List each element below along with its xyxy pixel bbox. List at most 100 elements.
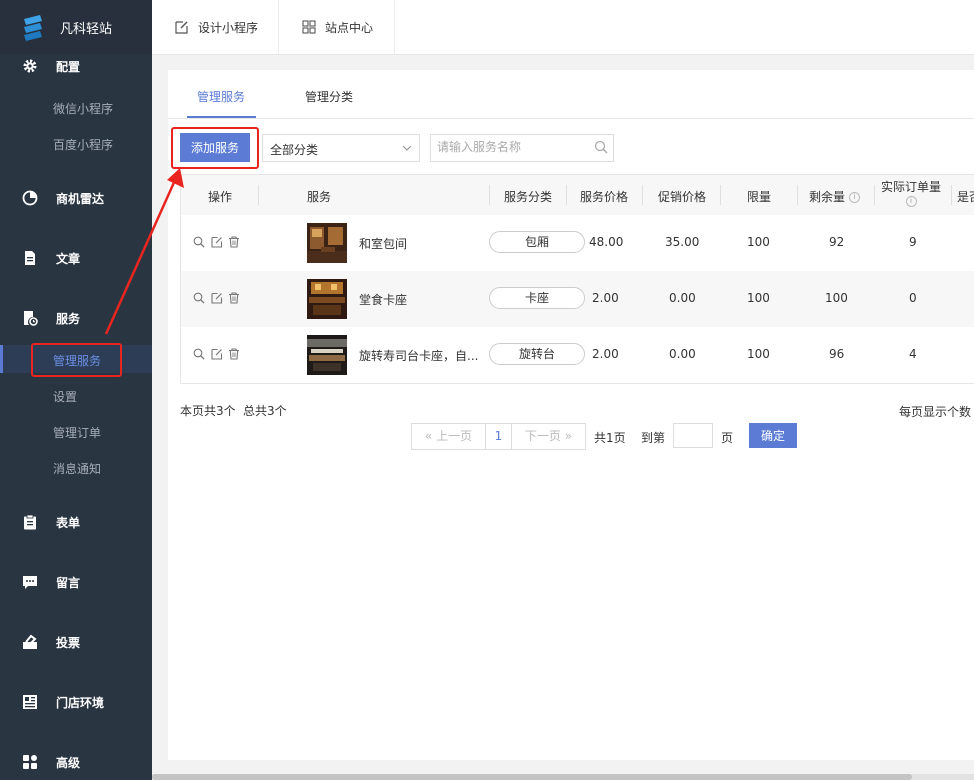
col-promo-price: 促销价格 — [658, 190, 707, 204]
edit-icon[interactable] — [211, 292, 223, 304]
col-divider — [258, 185, 259, 205]
tab-site-center[interactable]: 站点中心 — [278, 0, 395, 54]
col-divider — [874, 185, 875, 205]
nav-notifications[interactable]: 消息通知 — [0, 453, 152, 481]
nav-wechat-miniapp-label: 微信小程序 — [53, 102, 114, 116]
prev-page-label: 上一页 — [436, 429, 473, 443]
col-divider — [642, 185, 643, 205]
table-header: 操作 服务 服务分类 服务价格 促销价格 限量 剩余量 i 实际订单量 i 是否 — [181, 175, 974, 215]
promo-price: 0.00 — [669, 291, 696, 305]
highlight-manage-service — [31, 343, 122, 377]
confirm-button[interactable]: 确定 — [749, 423, 797, 448]
col-service: 服务 — [307, 190, 332, 204]
col-actual-orders: 实际订单量 i — [880, 180, 942, 208]
edit-icon[interactable] — [211, 348, 223, 360]
radar-icon — [22, 190, 38, 206]
table-row: 堂食卡座 卡座 2.00 0.00 100 100 0 — [181, 271, 974, 327]
nav-manage-orders[interactable]: 管理订单 — [0, 417, 152, 445]
nav-notifications-label: 消息通知 — [53, 462, 102, 476]
nav-advanced[interactable]: 高级 — [0, 748, 152, 776]
vote-icon — [23, 634, 37, 649]
prev-page-button[interactable]: « 上一页 — [412, 424, 486, 449]
limit-value: 100 — [747, 347, 770, 361]
service-price: 2.00 — [592, 347, 619, 361]
horizontal-scrollbar[interactable] — [152, 774, 974, 780]
nav-config-label: 配置 — [56, 60, 81, 74]
tab-design-miniapp-label: 设计小程序 — [198, 21, 259, 35]
page-number-current[interactable]: 1 — [486, 424, 512, 449]
pagination: « 上一页 1 下一页 » — [411, 423, 586, 450]
col-limit: 限量 — [747, 190, 772, 204]
col-price: 服务价格 — [580, 190, 629, 204]
app-name: 凡科轻站 — [60, 22, 113, 37]
nav-wechat-miniapp[interactable]: 微信小程序 — [0, 93, 152, 121]
nav-form[interactable]: 表单 — [0, 508, 152, 536]
service-name: 和室包间 — [359, 237, 408, 251]
next-page-label: 下一页 — [524, 429, 561, 443]
remaining-value: 92 — [829, 235, 845, 249]
search-icon[interactable] — [594, 140, 608, 154]
page-item-count: 本页共3个 — [180, 404, 236, 418]
table-row: 旋转寿司台卡座，自... 旋转台 2.00 0.00 100 96 4 — [181, 327, 974, 383]
nav-store-env[interactable]: 门店环境 — [0, 688, 152, 716]
info-icon[interactable]: i — [848, 192, 860, 203]
tab-manage-category[interactable]: 管理分类 — [305, 88, 353, 105]
col-divider — [951, 185, 952, 205]
promo-price: 35.00 — [665, 235, 700, 249]
nav-vote[interactable]: 投票 — [0, 628, 152, 656]
message-icon — [23, 576, 37, 589]
order-count: 4 — [909, 347, 917, 361]
col-is-active: 是否 — [957, 190, 974, 204]
top-bar: 设计小程序 站点中心 — [152, 0, 974, 55]
tab-manage-service[interactable]: 管理服务 — [197, 88, 245, 105]
nav-service-label: 服务 — [56, 312, 81, 326]
nav-config[interactable]: 配置 — [0, 52, 152, 80]
category-filter-select[interactable]: 全部分类 — [262, 134, 420, 162]
goto-label: 到第 — [641, 431, 666, 445]
total-item-count: 总共3个 — [243, 404, 287, 418]
service-price: 2.00 — [592, 291, 619, 305]
tab-site-center-label: 站点中心 — [325, 21, 374, 35]
edit-icon[interactable] — [211, 236, 223, 248]
nav-form-label: 表单 — [56, 516, 81, 530]
col-remaining: 剩余量 i — [809, 188, 860, 205]
nav-message-label: 留言 — [56, 576, 81, 590]
store-icon — [23, 695, 37, 709]
nav-radar-label: 商机雷达 — [56, 192, 105, 206]
info-icon[interactable]: i — [905, 196, 917, 207]
tab-design-miniapp[interactable]: 设计小程序 — [152, 0, 279, 54]
delete-icon[interactable] — [228, 236, 240, 248]
logo-icon — [24, 15, 42, 41]
category-tag: 包厢 — [489, 231, 585, 253]
delete-icon[interactable] — [228, 348, 240, 360]
nav-vote-label: 投票 — [56, 636, 81, 650]
total-pages: 共1页 — [594, 431, 626, 445]
scrollbar-thumb[interactable] — [152, 774, 912, 780]
col-actions: 操作 — [208, 190, 233, 204]
service-name: 旋转寿司台卡座，自... — [359, 349, 479, 363]
nav-baidu-miniapp[interactable]: 百度小程序 — [0, 129, 152, 157]
service-icon — [24, 311, 38, 326]
view-icon[interactable] — [193, 236, 205, 248]
view-icon[interactable] — [193, 348, 205, 360]
remaining-value: 100 — [825, 291, 848, 305]
table-row: 和室包间 包厢 48.00 35.00 100 92 9 — [181, 215, 974, 271]
search-input[interactable] — [432, 136, 587, 158]
nav-message[interactable]: 留言 — [0, 568, 152, 596]
document-icon — [25, 251, 35, 265]
service-thumbnail — [307, 279, 347, 319]
next-page-button[interactable]: 下一页 » — [512, 424, 585, 449]
limit-value: 100 — [747, 235, 770, 249]
service-thumbnail — [307, 223, 347, 263]
nav-article-label: 文章 — [56, 252, 81, 266]
nav-baidu-miniapp-label: 百度小程序 — [53, 138, 114, 152]
view-icon[interactable] — [193, 292, 205, 304]
nav-service-settings[interactable]: 设置 — [0, 381, 152, 409]
category-tag: 卡座 — [489, 287, 585, 309]
delete-icon[interactable] — [228, 292, 240, 304]
order-count: 0 — [909, 291, 917, 305]
app-logo[interactable]: 凡科轻站 — [0, 0, 152, 54]
page-jump-input[interactable] — [673, 423, 713, 448]
edit-icon — [175, 21, 188, 34]
category-tag: 旋转台 — [489, 343, 585, 365]
